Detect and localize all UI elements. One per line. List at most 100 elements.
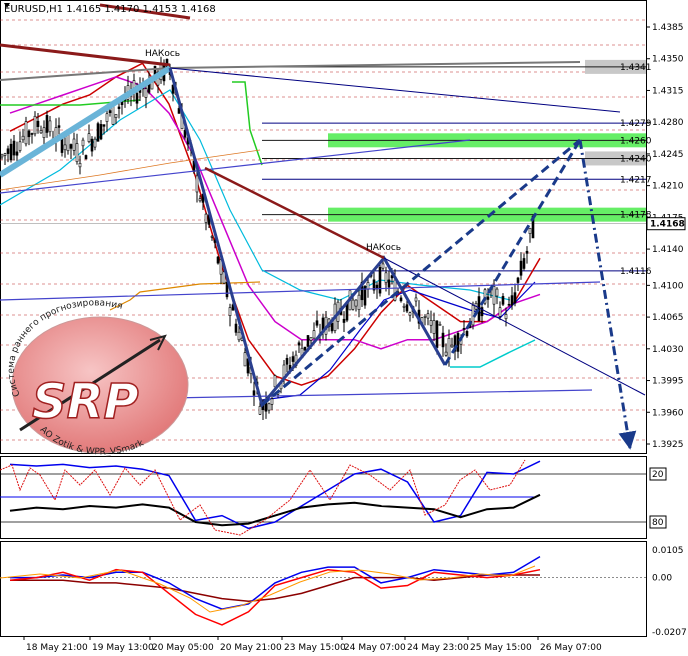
y-tick-label: 1.3995	[652, 377, 684, 387]
candle-body	[63, 144, 67, 151]
candle-body	[399, 297, 403, 302]
osc2-series-line	[10, 574, 540, 603]
candle-body	[27, 130, 31, 138]
candle-body	[210, 236, 214, 238]
candle-body	[366, 282, 370, 290]
chart-canvas[interactable]: 1.43411.42791.42601.42401.42171.41781.41…	[0, 0, 688, 656]
logo-letters: SRP	[32, 374, 139, 430]
level-label: 1.4116	[620, 267, 652, 277]
level-label: 1.4240	[620, 154, 652, 164]
candle-body	[60, 137, 64, 153]
candle-body	[306, 335, 310, 347]
osc2-tick-label: 0.0105	[652, 546, 684, 556]
y-tick-label: 1.4280	[652, 118, 684, 128]
candle-body	[39, 130, 43, 134]
candle-body	[378, 267, 382, 294]
candle-body	[18, 141, 22, 151]
y-tick-label: 1.4385	[652, 23, 684, 33]
candle-body	[120, 101, 124, 106]
navy-thin-line	[169, 67, 621, 113]
candle-body	[21, 135, 25, 141]
srp-logo: Система раннего прогнозирования AO Zotik…	[7, 298, 189, 457]
candle-body	[36, 120, 40, 127]
candle-body	[498, 307, 502, 317]
candle-body	[135, 93, 139, 104]
candle-body	[312, 330, 316, 339]
candle-body	[33, 115, 37, 135]
y-tick-label: 1.4065	[652, 313, 684, 323]
x-tick-label: 24 May 23:00	[407, 643, 469, 653]
x-tick-label: 18 May 21:00	[26, 643, 88, 653]
candle-body	[195, 175, 199, 193]
candle-body	[117, 106, 121, 109]
candle-body	[24, 121, 28, 145]
y-tick-label: 1.3960	[652, 408, 684, 418]
candle-body	[507, 303, 511, 306]
candle-body	[381, 263, 385, 269]
level-label: 1.4341	[620, 63, 652, 73]
candle-body	[342, 318, 346, 323]
candle-body	[303, 346, 307, 351]
candle-body	[204, 213, 208, 223]
candle-body	[45, 115, 49, 133]
candle-body	[450, 344, 454, 348]
candle-body	[0, 154, 4, 158]
candle-body	[297, 342, 301, 346]
green-line-upper	[232, 81, 263, 166]
osc2-tick-label: -0.0207	[652, 628, 687, 638]
candle-body	[237, 331, 241, 341]
candle-body	[522, 258, 526, 269]
y-tick-label: 1.3925	[652, 440, 684, 450]
candle-body	[144, 88, 148, 98]
candle-body	[504, 314, 508, 320]
candle-body	[315, 320, 319, 326]
candle-body	[492, 286, 496, 305]
candle-body	[414, 297, 418, 302]
symbol-header: EURUSD,H1 1.4165 1.4170 1.4153 1.4168	[4, 4, 216, 15]
candle-body	[114, 114, 118, 118]
candle-body	[183, 129, 187, 138]
candle-body	[216, 256, 220, 264]
osc1-level-label: 20	[652, 470, 664, 480]
candle-body	[90, 138, 94, 152]
candle-body	[243, 352, 247, 367]
level-label: 1.4279	[620, 119, 652, 129]
candle-body	[81, 139, 85, 147]
candle-body	[435, 320, 439, 348]
candle-body	[456, 333, 460, 352]
candle-body	[48, 120, 52, 133]
projection-dashed-down	[578, 139, 637, 450]
x-tick-label: 20 May 21:00	[220, 643, 282, 653]
y-tick-label: 1.4030	[652, 345, 684, 355]
candle-body	[42, 127, 46, 138]
candle-body	[273, 375, 277, 388]
candle-body	[423, 315, 427, 318]
candle-body	[432, 320, 436, 334]
candle-body	[330, 322, 334, 332]
candle-body	[429, 320, 433, 326]
candle-body	[528, 227, 532, 234]
candle-body	[384, 272, 388, 283]
candle-body	[75, 143, 79, 163]
candle-body	[354, 299, 358, 307]
candle-body	[351, 299, 355, 310]
candle-body	[525, 250, 529, 254]
x-tick-label: 25 May 15:00	[470, 643, 532, 653]
candle-body	[441, 332, 445, 348]
candle-body	[405, 304, 409, 312]
chart-window: 1.4341 1.4279 1.4260 1.4240 1.4217 1.4178 1.41…	[0, 0, 688, 656]
projection-dashed-up-2	[443, 139, 582, 366]
candle-body	[69, 144, 73, 149]
candle-body	[258, 406, 262, 415]
candle-body	[3, 153, 7, 156]
x-tick-label: 19 May 13:00	[92, 643, 154, 653]
annotation-label: НАКось	[145, 49, 180, 59]
candle-body	[270, 398, 274, 405]
candle-body	[102, 124, 106, 127]
candle-body	[105, 113, 109, 122]
candle-body	[15, 151, 19, 156]
candle-body	[519, 260, 523, 276]
candle-body	[444, 351, 448, 356]
cyan-band-line	[0, 89, 511, 301]
y-tick-label: 1.4245	[652, 150, 684, 160]
